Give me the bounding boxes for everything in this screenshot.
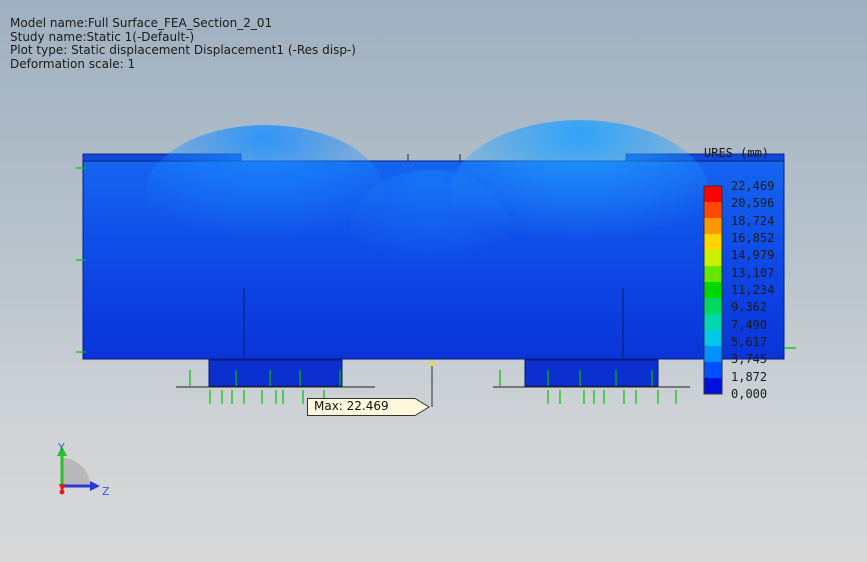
- displacement-hotspot-left: [145, 125, 385, 265]
- legend-value-label: 11,234: [731, 283, 775, 297]
- legend-title: URES (mm): [704, 146, 770, 160]
- legend-swatch: [704, 314, 722, 331]
- top-center-notch: [407, 154, 461, 162]
- legend-swatch: [704, 362, 722, 379]
- legend-swatch: [704, 378, 722, 395]
- triad-y-label: Y: [58, 441, 65, 454]
- legend-swatch: [704, 250, 722, 267]
- legend-value-label: 7,490: [731, 317, 768, 332]
- max-marker-dot: [430, 362, 434, 366]
- legend-swatch: [704, 202, 722, 219]
- legend-value-label: 14,979: [731, 248, 775, 263]
- legend-swatch: [704, 346, 722, 363]
- legend-swatch: [704, 282, 722, 299]
- legend-value-label: 0,000: [731, 387, 768, 401]
- legend-swatch: [704, 330, 722, 347]
- legend-value-label: 20,596: [731, 196, 775, 211]
- legend-value-label: 22,469: [731, 179, 775, 193]
- legend-value-label: 3,745: [731, 352, 768, 367]
- legend-value-label: 1,872: [731, 369, 768, 384]
- model-viewport[interactable]: [0, 0, 867, 562]
- triad-z-label: Z: [102, 485, 110, 498]
- legend-swatch: [704, 218, 722, 235]
- max-callout[interactable]: Max: 22.469: [307, 398, 430, 416]
- legend-swatch: [704, 234, 722, 251]
- max-callout-text: Max: 22.469: [314, 399, 389, 413]
- left-foot: [208, 359, 343, 387]
- legend-swatch: [704, 266, 722, 283]
- legend-swatch: [704, 298, 722, 315]
- legend-value-label: 13,107: [731, 265, 775, 280]
- displacement-hotspot-center: [350, 170, 510, 290]
- legend-color-bar: [703, 185, 723, 395]
- right-foot: [524, 359, 659, 387]
- legend-value-label: 5,617: [731, 335, 768, 349]
- legend-value-label: 18,724: [731, 213, 775, 228]
- legend-swatch: [704, 186, 722, 203]
- legend-value-label: 16,852: [731, 231, 775, 245]
- legend-value-label: 9,362: [731, 300, 768, 315]
